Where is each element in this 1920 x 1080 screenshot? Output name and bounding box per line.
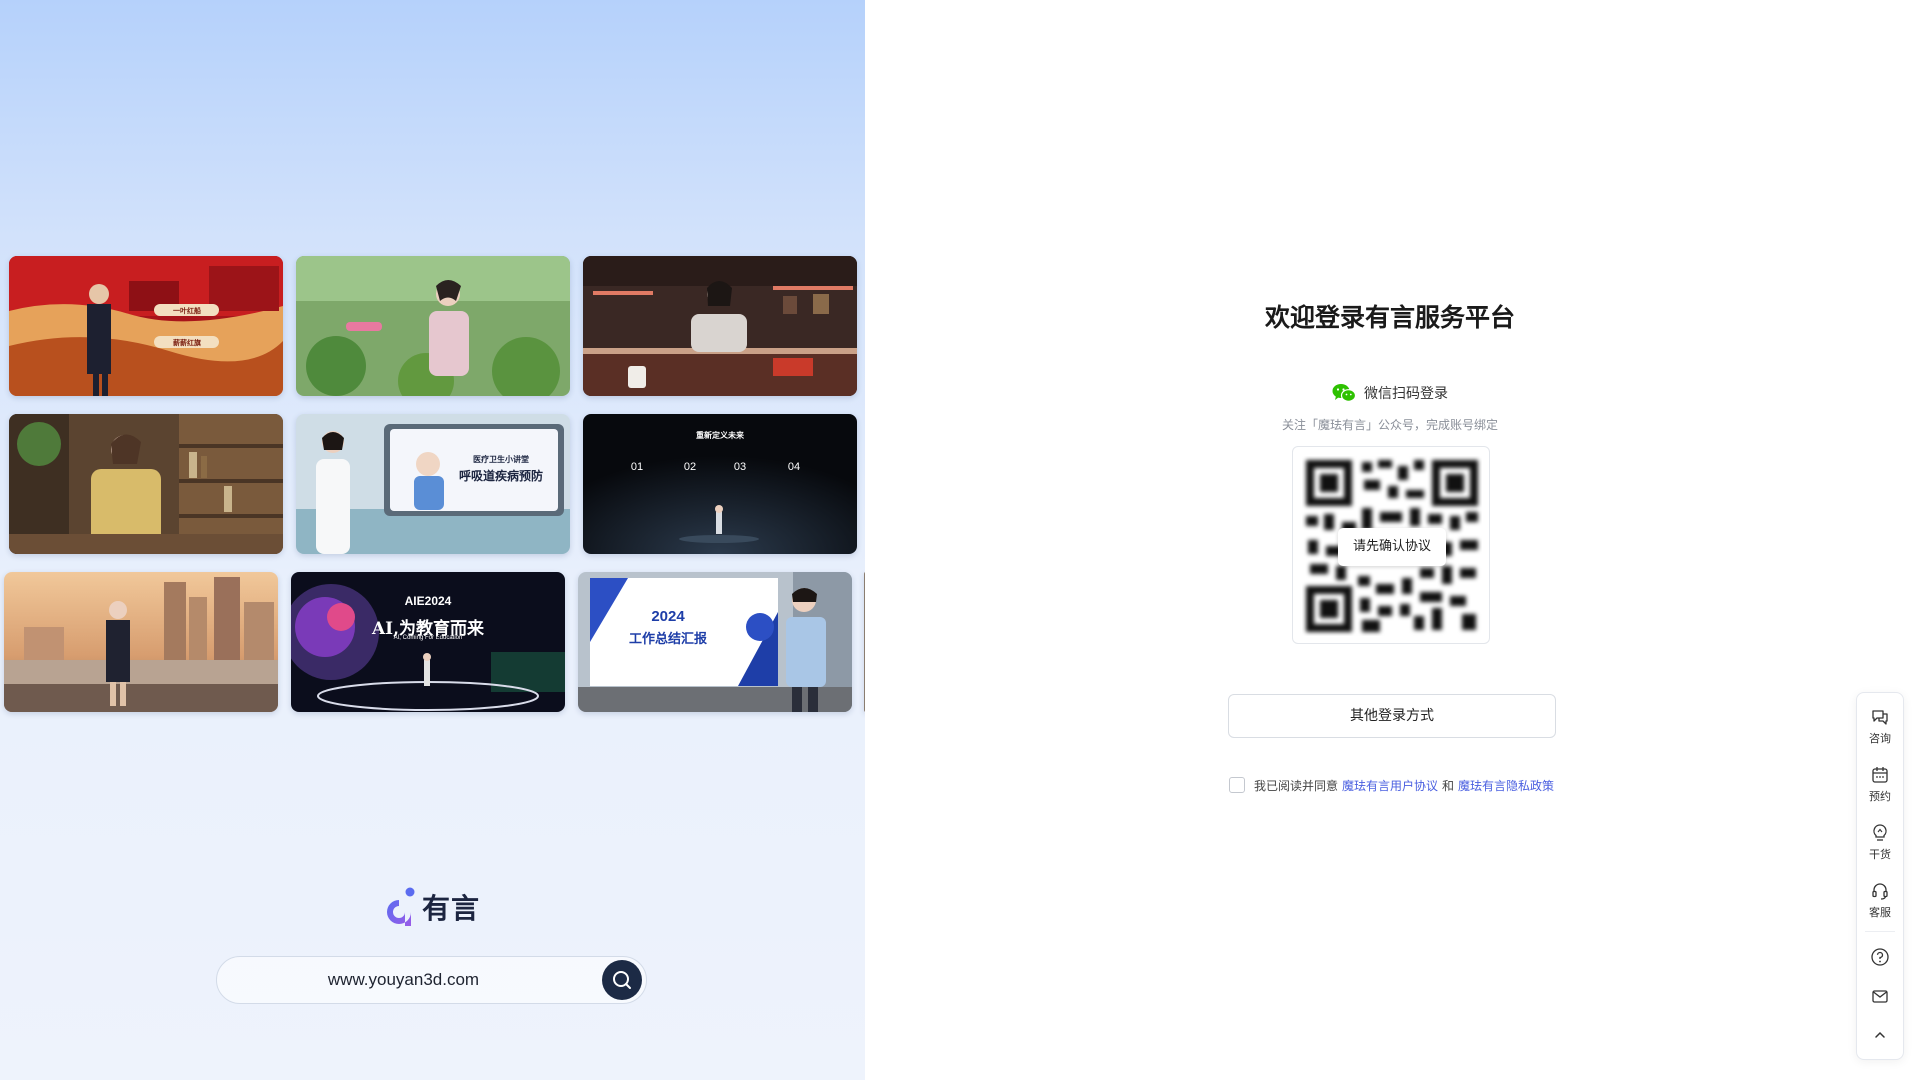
brand-logo: 有言 bbox=[384, 884, 480, 930]
thumbnail-city-rooftop[interactable] bbox=[4, 572, 278, 712]
thumbnail-stage-dark[interactable]: 重新定义未来 01 02 03 04 bbox=[583, 414, 857, 554]
thumbnail-caption: 04 bbox=[787, 461, 801, 473]
appointment-button[interactable]: 预约 bbox=[1857, 765, 1903, 804]
other-login-button[interactable]: 其他登录方式 bbox=[1228, 694, 1556, 738]
showcase-panel: 一叶红船 薪薪红旗 医疗卫生小讲堂 呼吸道疾病预防 重新定义未来 01 02 0… bbox=[0, 0, 865, 1080]
appointment-label: 预约 bbox=[1869, 790, 1891, 803]
thumbnail-medical-lecture[interactable]: 医疗卫生小讲堂 呼吸道疾病预防 bbox=[296, 414, 570, 554]
thumbnail-caption: 01 bbox=[630, 461, 644, 473]
privacy-policy-link[interactable]: 魔珐有言隐私政策 bbox=[1458, 777, 1554, 794]
calendar-icon bbox=[1872, 767, 1888, 783]
login-title: 欢迎登录有言服务平台 bbox=[1264, 303, 1515, 332]
thumbnail-studio[interactable] bbox=[583, 256, 857, 396]
thumbnail-red-palace[interactable]: 一叶红船 薪薪红旗 bbox=[9, 256, 283, 396]
chevron-up-icon bbox=[1875, 1031, 1885, 1038]
mail-icon bbox=[1872, 990, 1888, 1003]
thumbnail-caption: 工作总结汇报 bbox=[628, 631, 707, 646]
lightbulb-icon bbox=[1873, 824, 1887, 841]
back-to-top-button[interactable] bbox=[1857, 1025, 1903, 1045]
thumbnail-caption: AIE2024 bbox=[404, 594, 452, 608]
consult-button[interactable]: 咨询 bbox=[1857, 707, 1903, 746]
resources-label: 干货 bbox=[1869, 848, 1891, 861]
user-agreement-link[interactable]: 魔珐有言用户协议 bbox=[1342, 777, 1438, 794]
logo-text: 有言 bbox=[422, 892, 481, 925]
consult-label: 咨询 bbox=[1869, 732, 1891, 745]
agreement-row: 我已阅读并同意 魔珐有言用户协议 和 魔珐有言隐私政策 bbox=[1229, 776, 1554, 794]
thumbnail-caption: 一叶红船 bbox=[173, 308, 201, 315]
customer-service-label: 客服 bbox=[1869, 906, 1891, 919]
thumbnail-caption: 重新定义未来 bbox=[696, 431, 744, 440]
chat-icon bbox=[1872, 710, 1888, 725]
wechat-icon bbox=[1332, 384, 1356, 402]
resources-button[interactable]: 干货 bbox=[1857, 823, 1903, 862]
thumbnail-caption: 03 bbox=[733, 461, 747, 473]
thumbnail-caption: 02 bbox=[683, 461, 697, 473]
qr-confirm-agreement-notice: 请先确认协议 bbox=[1338, 528, 1446, 566]
thumbnail-year-report[interactable]: 2024 工作总结汇报 bbox=[578, 572, 852, 712]
thumbnail-caption: AI, Coming For Education bbox=[393, 635, 463, 641]
side-toolbar: 咨询 预约 干货 客服 bbox=[1856, 692, 1904, 1060]
thumbnail-caption: 医疗卫生小讲堂 bbox=[473, 455, 529, 464]
thumbnail-aie-conference[interactable]: AIE2024 AI,为教育而来 AI, Coming For Educatio… bbox=[291, 572, 565, 712]
wechat-login-tab[interactable]: 微信扫码登录 bbox=[1240, 381, 1540, 405]
customer-service-button[interactable]: 客服 bbox=[1857, 881, 1903, 920]
agreement-and: 和 bbox=[1442, 778, 1455, 793]
thumbnail-caption: 呼吸道疾病预防 bbox=[458, 469, 543, 483]
agreement-checkbox[interactable] bbox=[1229, 777, 1245, 793]
wechat-bind-hint: 关注「魔珐有言」公众号，完成账号绑定 bbox=[1281, 418, 1498, 432]
mail-button[interactable] bbox=[1857, 986, 1903, 1006]
website-url: www.youyan3d.com bbox=[327, 970, 480, 989]
thumbnail-partial bbox=[864, 572, 865, 712]
qr-code-box: 请先确认协议 bbox=[1292, 446, 1490, 644]
url-search-button[interactable] bbox=[602, 960, 642, 1000]
thumbnail-caption: 薪薪红旗 bbox=[173, 340, 201, 347]
headset-icon bbox=[1872, 883, 1888, 900]
help-icon bbox=[1871, 948, 1889, 966]
thumbnail-garden[interactable] bbox=[296, 256, 570, 396]
agreement-prefix: 我已阅读并同意 bbox=[1254, 778, 1339, 793]
thumbnail-library[interactable] bbox=[9, 414, 283, 554]
website-url-bar[interactable]: www.youyan3d.com bbox=[216, 956, 647, 1004]
thumbnail-caption: 2024 bbox=[651, 608, 685, 625]
wechat-login-label: 微信扫码登录 bbox=[1364, 386, 1448, 402]
search-icon bbox=[613, 971, 631, 989]
toolbar-divider bbox=[1865, 931, 1895, 932]
logo-mark-icon bbox=[387, 887, 415, 926]
help-button[interactable] bbox=[1857, 947, 1903, 967]
